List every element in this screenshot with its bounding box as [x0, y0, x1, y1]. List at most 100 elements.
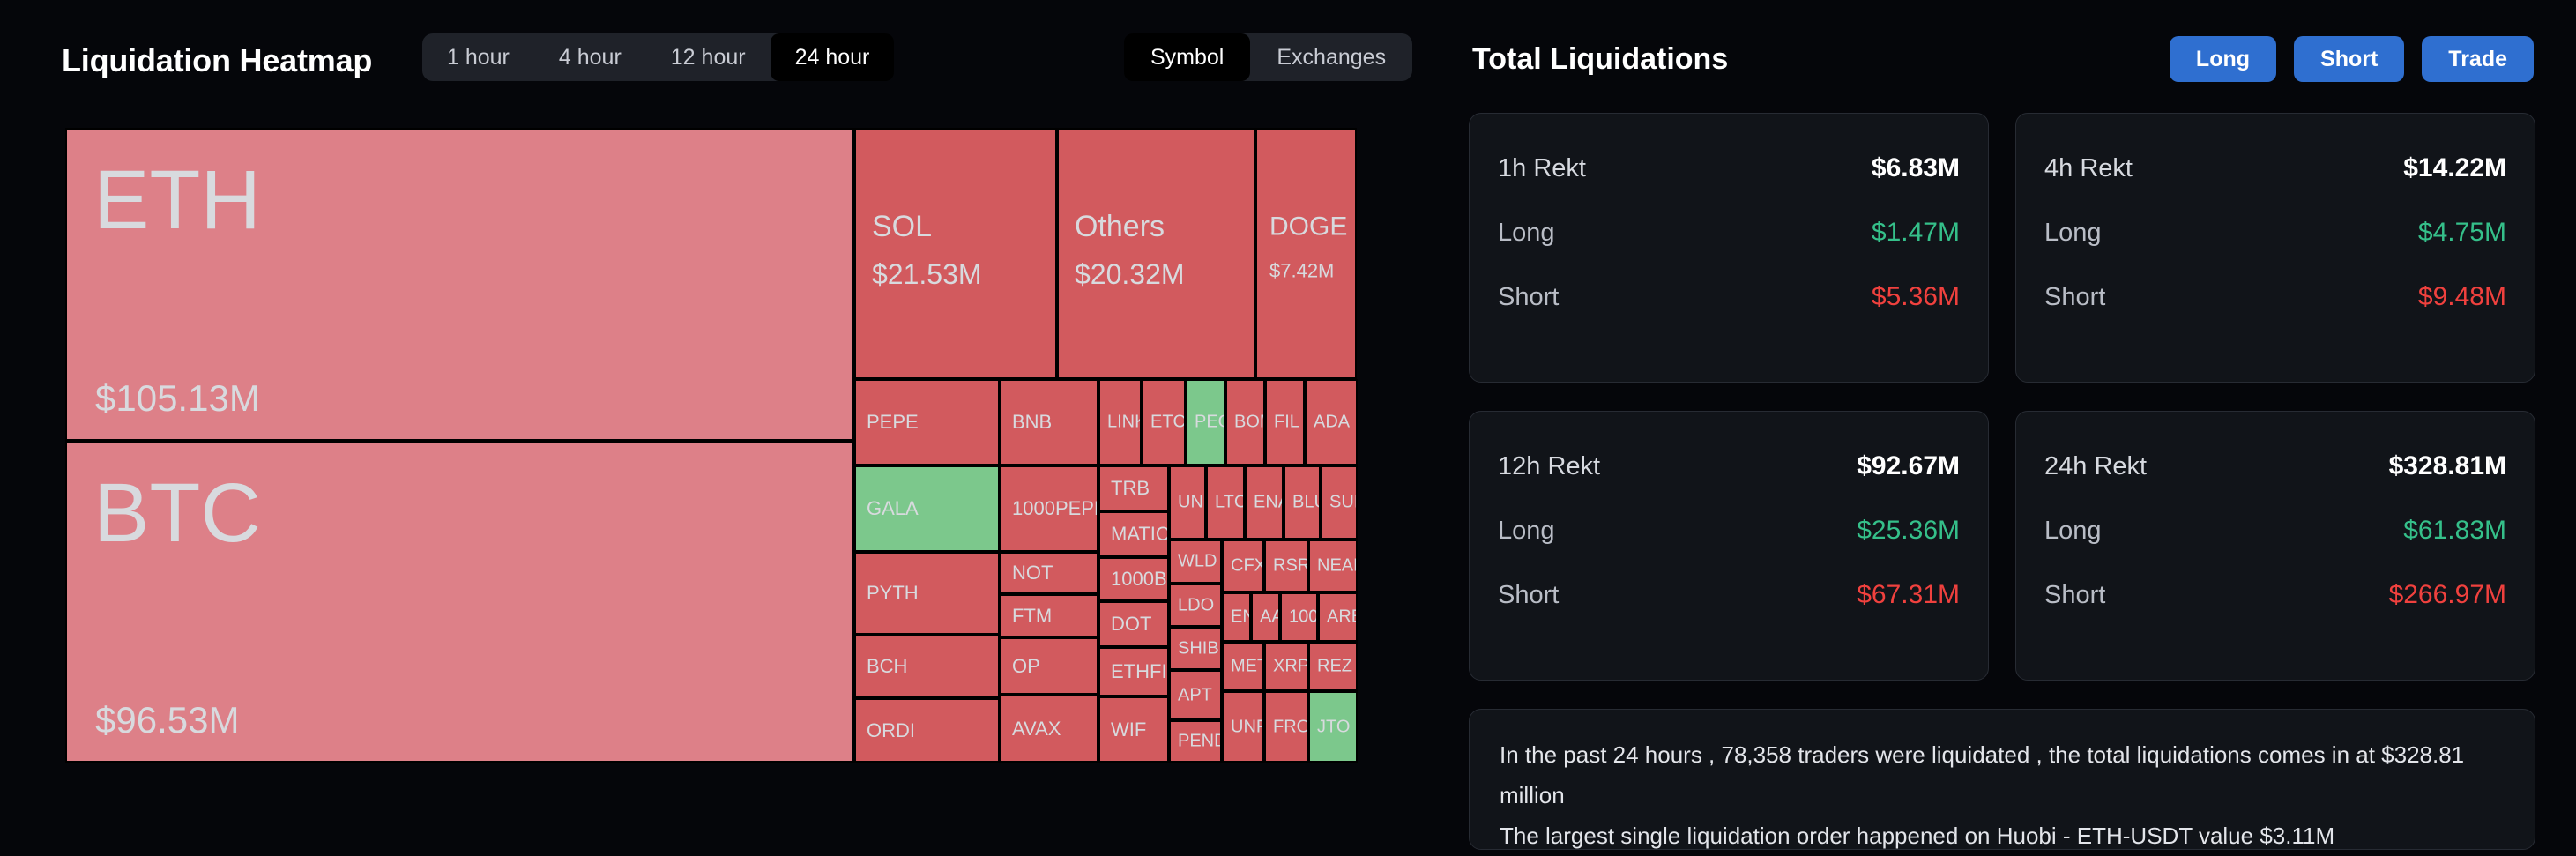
treemap-tile-label: DOGE	[1269, 211, 1348, 241]
treemap-tile-label: BLUR	[1292, 492, 1319, 512]
treemap-tile-matic[interactable]: MATIC	[1098, 511, 1169, 557]
treemap-tile-blur[interactable]: BLUR	[1284, 465, 1321, 540]
stat-card-4h[interactable]: 4h Rekt $14.22M Long $4.75M Short $9.48M	[2015, 113, 2535, 383]
treemap-tile-jto[interactable]: JTO	[1308, 691, 1358, 763]
treemap-tile-cfx[interactable]: CFX	[1222, 540, 1264, 592]
timeframe-4-hour[interactable]: 4 hour	[534, 33, 646, 81]
treemap-tile-bome[interactable]: BOME	[1225, 379, 1265, 465]
short-button[interactable]: Short	[2294, 36, 2405, 82]
treemap-tile-pepe[interactable]: PEPE	[854, 379, 1000, 465]
treemap-tile-people[interactable]: PEOPLE	[1186, 379, 1225, 465]
treemap-tile-link[interactable]: LINK	[1098, 379, 1142, 465]
stat-long-value: $61.83M	[2403, 516, 2506, 545]
stat-title: 1h Rekt	[1498, 153, 1586, 182]
treemap-tile-aave[interactable]: AAVE	[1251, 592, 1280, 642]
mode-symbol[interactable]: Symbol	[1124, 33, 1251, 81]
app-header: Liquidation Heatmap 1 hour 4 hour 12 hou…	[0, 0, 2576, 113]
treemap-tile-ldo[interactable]: LDO	[1169, 584, 1222, 627]
treemap-tile-bch[interactable]: BCH	[854, 635, 1000, 698]
treemap-tile-label: 1000SATS	[1289, 607, 1318, 627]
timeframe-12-hour[interactable]: 12 hour	[646, 33, 771, 81]
treemap-tile-op[interactable]: OP	[1000, 637, 1098, 695]
long-button[interactable]: Long	[2169, 36, 2277, 82]
stat-card-24h[interactable]: 24h Rekt $328.81M Long $61.83M Short $26…	[2015, 411, 2535, 681]
treemap-tile-label: WIF	[1111, 718, 1147, 741]
treemap-tile-ena[interactable]: ENA	[1245, 465, 1284, 540]
treemap-tile-label: AAVE	[1260, 607, 1280, 627]
treemap-tile-label: APT	[1178, 685, 1212, 704]
treemap-tile-sol[interactable]: SOL $21.53M	[854, 128, 1057, 379]
treemap-tile-btc[interactable]: BTC $96.53M	[65, 441, 854, 763]
treemap-tile-label: SOL	[872, 209, 933, 243]
treemap-tile-pyth[interactable]: PYTH	[854, 552, 1000, 635]
treemap-tile-dot[interactable]: DOT	[1098, 601, 1169, 647]
stat-long-label: Long	[1498, 218, 1555, 247]
trade-button[interactable]: Trade	[2422, 36, 2534, 82]
treemap-tile-label: 1000BONK	[1111, 568, 1167, 590]
treemap-tile-metis[interactable]: METIS	[1222, 642, 1264, 691]
page-title: Liquidation Heatmap	[62, 42, 373, 78]
treemap-tile-1000bonk[interactable]: 1000BONK	[1098, 557, 1169, 601]
treemap-tile-xrp[interactable]: XRP	[1264, 642, 1308, 691]
treemap-tile-front[interactable]: FRONT	[1264, 691, 1308, 763]
treemap-tile-label: ARB	[1327, 607, 1356, 627]
treemap-tile-ltc[interactable]: LTC	[1206, 465, 1245, 540]
stat-short-label: Short	[1498, 282, 1560, 311]
treemap-tile-label: LTC	[1215, 492, 1245, 512]
treemap-tile-value: $20.32M	[1075, 257, 1185, 290]
action-button-group: Long Short Trade	[2169, 36, 2534, 82]
stat-long-value: $25.36M	[1857, 516, 1960, 545]
treemap-tile-value: $96.53M	[95, 699, 240, 741]
treemap-tile-pendle[interactable]: PENDLE	[1169, 720, 1222, 763]
treemap-tile-ens[interactable]: ENS	[1222, 592, 1251, 642]
timeframe-selector[interactable]: 1 hour 4 hour 12 hour 24 hour	[422, 33, 895, 81]
treemap-tile-uni[interactable]: UNI	[1169, 465, 1206, 540]
treemap-tile-bnb[interactable]: BNB	[1000, 379, 1098, 465]
timeframe-24-hour[interactable]: 24 hour	[770, 33, 895, 81]
treemap-tile-near[interactable]: NEAR	[1308, 540, 1358, 592]
treemap-tile-ada[interactable]: ADA	[1305, 379, 1358, 465]
treemap-tile-label: RSR	[1273, 555, 1308, 576]
treemap-tile-doge[interactable]: DOGE $7.42M	[1255, 128, 1357, 379]
treemap-tile-rez[interactable]: REZ	[1308, 642, 1358, 691]
treemap-tile-ftm[interactable]: FTM	[1000, 594, 1098, 637]
timeframe-1-hour[interactable]: 1 hour	[422, 33, 534, 81]
treemap-tile-wif[interactable]: WIF	[1098, 696, 1169, 763]
treemap-tile-wld[interactable]: WLD	[1169, 540, 1222, 584]
treemap-tile-avax[interactable]: AVAX	[1000, 695, 1098, 763]
treemap-tile-shib[interactable]: SHIB	[1169, 627, 1222, 670]
treemap-tile-rsr[interactable]: RSR	[1264, 540, 1308, 592]
stat-short-value: $5.36M	[1871, 282, 1960, 311]
view-mode-selector[interactable]: Symbol Exchanges	[1124, 33, 1413, 81]
treemap-tile-sui[interactable]: SUI	[1321, 465, 1358, 540]
treemap-canvas: ETH $105.13M BTC $96.53M SOL $21.53M Others $20…	[65, 128, 1455, 763]
treemap-tile-etc[interactable]: ETC	[1142, 379, 1186, 465]
treemap-tile-label: UNI	[1178, 492, 1206, 512]
treemap-tile-label: MATIC	[1111, 523, 1169, 545]
treemap-tile-others[interactable]: Others $20.32M	[1057, 128, 1255, 379]
treemap-tile-1000pepe[interactable]: 1000PEPE	[1000, 465, 1098, 552]
treemap-tile-label: ETHFI	[1111, 660, 1167, 682]
treemap-tile-label: FRONT	[1273, 717, 1307, 736]
treemap-tile-eth[interactable]: ETH $105.13M	[65, 128, 854, 441]
treemap-tile-ordi[interactable]: ORDI	[854, 698, 1000, 763]
mode-exchanges[interactable]: Exchanges	[1250, 33, 1412, 81]
treemap-tile-label: ENA	[1254, 492, 1282, 512]
treemap-tile-label: CFX	[1231, 555, 1264, 576]
treemap-tile-1000sats[interactable]: 1000SATS	[1280, 592, 1318, 642]
treemap-tile-apt[interactable]: APT	[1169, 670, 1222, 720]
liquidation-treemap[interactable]: ETH $105.13M BTC $96.53M SOL $21.53M Others $20…	[0, 113, 1455, 850]
treemap-tile-label: AVAX	[1012, 717, 1061, 740]
treemap-tile-trb[interactable]: TRB	[1098, 465, 1169, 511]
treemap-tile-label: ETH	[93, 153, 261, 247]
stat-card-12h[interactable]: 12h Rekt $92.67M Long $25.36M Short $67.…	[1469, 411, 1989, 681]
treemap-tile-ethfi[interactable]: ETHFI	[1098, 647, 1169, 696]
treemap-tile-label: 1000PEPE	[1012, 497, 1098, 519]
treemap-tile-gala[interactable]: GALA	[854, 465, 1000, 552]
treemap-tile-unfi[interactable]: UNFI	[1222, 691, 1264, 763]
treemap-tile-not[interactable]: NOT	[1000, 552, 1098, 594]
treemap-tile-arb[interactable]: ARB	[1318, 592, 1358, 642]
stat-card-1h[interactable]: 1h Rekt $6.83M Long $1.47M Short $5.36M	[1469, 113, 1989, 383]
stat-total: $14.22M	[2403, 153, 2506, 182]
treemap-tile-fil[interactable]: FIL	[1265, 379, 1305, 465]
